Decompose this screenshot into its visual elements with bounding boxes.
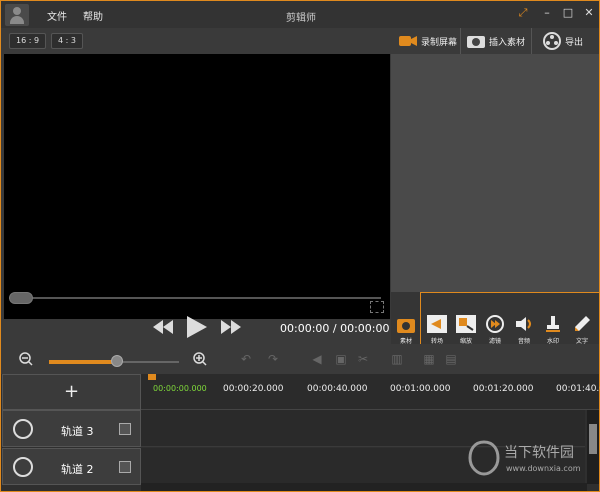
film-reel-icon <box>13 419 33 439</box>
export-button[interactable]: 导出 <box>543 30 583 52</box>
filter-icon <box>486 315 504 333</box>
photo-icon <box>467 36 485 48</box>
redo-icon[interactable]: ↷ <box>266 352 280 366</box>
record-screen-button[interactable]: 录制屏幕 <box>399 30 457 52</box>
title-bar: 文件 帮助 剪辑师 ⤢ – □ ✕ <box>0 0 600 28</box>
track-name: 轨道 2 <box>61 463 94 476</box>
filter-tool[interactable]: 滤镜 <box>483 315 507 345</box>
mute-icon[interactable]: ◀ <box>310 352 324 366</box>
video-preview <box>4 54 390 319</box>
watermark-logo: 当下软件园 www.downxia.com <box>468 438 598 478</box>
speaker-icon <box>516 317 531 331</box>
minimize-icon[interactable]: – <box>539 5 555 21</box>
fast-forward-icon[interactable] <box>221 320 241 334</box>
zoom-tool-icon <box>456 315 476 333</box>
time-readout: 00:00:00 / 00:00:00 <box>280 322 390 335</box>
audio-tool[interactable]: 音频 <box>512 315 536 345</box>
lock-icon[interactable] <box>119 461 131 473</box>
trash-icon[interactable]: ▥ <box>390 352 404 366</box>
play-icon[interactable] <box>187 316 207 338</box>
track-header-3[interactable]: 轨道 3 <box>2 410 141 447</box>
camera-icon <box>399 36 417 46</box>
separator <box>531 28 532 54</box>
media-library[interactable] <box>391 54 600 292</box>
stamp-icon <box>546 316 560 332</box>
undo-icon[interactable]: ↶ <box>239 352 253 366</box>
transition-tool[interactable]: 转场 <box>425 315 449 345</box>
assets-camera-icon <box>397 319 415 333</box>
pencil-icon <box>575 316 590 331</box>
watermark-icon <box>468 440 500 476</box>
export-label: 导出 <box>565 37 584 48</box>
tools-group: 转场 缩放 滤镜 音频 水印 文字 <box>420 292 599 345</box>
zoom-tool[interactable]: 缩放 <box>454 315 478 345</box>
playhead-marker[interactable] <box>148 374 156 380</box>
tick-label: 00:01:20.000 <box>473 384 534 394</box>
current-time-label: 00:00:00.000 <box>153 384 207 393</box>
fullscreen-icon[interactable] <box>370 301 384 313</box>
horizontal-scrollbar[interactable] <box>141 483 587 491</box>
tools-panel: 素材 转场 缩放 滤镜 音频 水印 文字 <box>391 292 600 345</box>
timeline-toolbar: ↶ ↷ ◀ ▣ ✂ ▥ ▦ ▤ <box>0 344 600 374</box>
add-track-button[interactable]: + <box>2 374 141 410</box>
close-icon[interactable]: ✕ <box>581 5 597 21</box>
zoom-slider-handle[interactable] <box>110 355 123 367</box>
zoom-in-icon[interactable] <box>193 352 207 366</box>
ratio-4-3-button[interactable]: 4 : 3 <box>51 33 83 49</box>
track-header-2[interactable]: 轨道 2 <box>2 448 141 485</box>
preview-panel: 16 : 9 4 : 3 00:00:00 / 00:00:00 <box>0 28 391 344</box>
separator <box>460 28 461 54</box>
insert-media-label: 插入素材 <box>489 37 526 48</box>
film-reel-icon <box>543 32 561 50</box>
ratio-16-9-button[interactable]: 16 : 9 <box>9 33 47 49</box>
zoom-slider-fill <box>49 360 117 364</box>
time-ruler[interactable]: 00:00:00.000 00:00:20.000 00:00:40.000 0… <box>141 374 600 410</box>
scissors-icon[interactable]: ✂ <box>356 352 370 366</box>
tick-label: 00:01:40.0 <box>556 384 600 394</box>
insert-media-button[interactable]: 插入素材 <box>467 30 525 52</box>
track-name: 轨道 3 <box>61 425 94 438</box>
crop-icon[interactable]: ▣ <box>334 352 348 366</box>
watermark-url: www.downxia.com <box>506 464 581 473</box>
assets-tab[interactable]: 素材 <box>395 317 417 345</box>
tick-label: 00:00:40.000 <box>307 384 368 394</box>
text-tool[interactable]: 文字 <box>570 315 594 345</box>
tick-label: 00:01:00.000 <box>390 384 451 394</box>
restore-size-icon[interactable]: ⤢ <box>515 5 531 21</box>
maximize-icon[interactable]: □ <box>560 5 576 21</box>
record-screen-label: 录制屏幕 <box>421 37 458 48</box>
window-title: 剪辑师 <box>286 13 316 24</box>
seek-bar[interactable] <box>9 297 381 299</box>
right-toolbar: 录制屏幕 插入素材 导出 <box>391 28 600 54</box>
watermark-tool[interactable]: 水印 <box>541 315 565 345</box>
levels-icon[interactable]: ▤ <box>444 352 458 366</box>
seek-handle[interactable] <box>9 292 33 304</box>
watermark-name: 当下软件园 <box>504 445 574 461</box>
bar-chart-icon[interactable]: ▦ <box>422 352 436 366</box>
film-reel-icon <box>13 457 33 477</box>
transition-icon <box>427 315 447 333</box>
lock-icon[interactable] <box>119 423 131 435</box>
zoom-out-icon[interactable] <box>19 352 33 366</box>
tick-label: 00:00:20.000 <box>223 384 284 394</box>
rewind-icon[interactable] <box>153 320 173 334</box>
